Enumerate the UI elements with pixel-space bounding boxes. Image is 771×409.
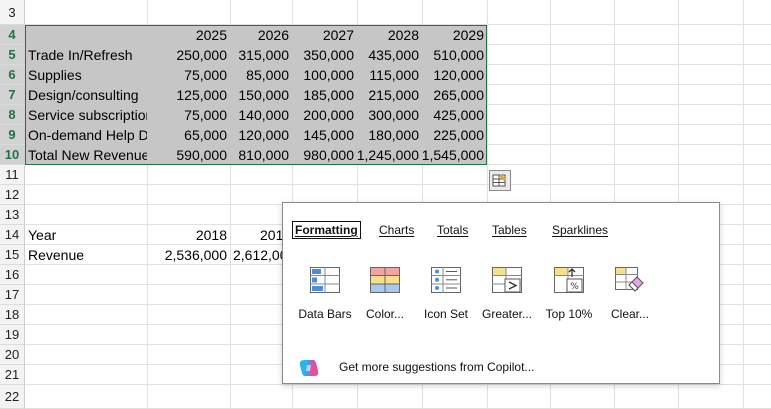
value-cell[interactable]: 2,536,000 xyxy=(147,245,230,265)
selection-border xyxy=(25,25,487,165)
row-header[interactable]: 6 xyxy=(0,65,25,85)
tab-formatting[interactable]: Formatting xyxy=(292,221,361,239)
icon-set-icon xyxy=(431,267,461,293)
row-header[interactable]: 11 xyxy=(0,165,25,185)
greater-than-icon xyxy=(492,267,522,293)
row-header[interactable]: 17 xyxy=(0,285,25,305)
clear-format-icon xyxy=(615,267,644,292)
row-header[interactable]: 8 xyxy=(0,105,25,125)
row-header[interactable]: 18 xyxy=(0,305,25,325)
top-10-icon: % xyxy=(554,267,584,293)
row-header[interactable]: 10 xyxy=(0,145,25,165)
value-cell[interactable]: 2018 xyxy=(147,225,230,245)
tool-label: Top 10% xyxy=(545,307,593,321)
color-scale-button[interactable]: Color... xyxy=(355,265,415,321)
row-header[interactable]: 13 xyxy=(0,205,25,225)
tool-label: Clear... xyxy=(610,307,649,321)
quick-analysis-button[interactable] xyxy=(489,170,511,191)
row-header[interactable]: 15 xyxy=(0,245,25,265)
data-bars-icon xyxy=(310,267,340,293)
data-bars-button[interactable]: Data Bars xyxy=(295,265,355,321)
color-scale-icon xyxy=(370,267,400,293)
copilot-suggestions-link[interactable]: Get more suggestions from Copilot... xyxy=(339,360,534,374)
row-header[interactable]: 4 xyxy=(0,25,25,45)
tab-sparklines[interactable]: Sparklines xyxy=(552,223,608,237)
tool-label: Greater... xyxy=(481,307,533,321)
greater-than-button[interactable]: Greater... xyxy=(477,265,537,321)
row-header[interactable]: 20 xyxy=(0,345,25,365)
revenue-label-cell[interactable]: Revenue xyxy=(25,245,147,265)
row-header[interactable]: 14 xyxy=(0,225,25,245)
year-label-cell[interactable]: Year xyxy=(25,225,147,245)
row-header[interactable]: 3 xyxy=(0,0,25,25)
tab-totals[interactable]: Totals xyxy=(437,223,468,237)
row-header[interactable]: 21 xyxy=(0,365,25,385)
row-header[interactable]: 5 xyxy=(0,45,25,65)
tab-tables[interactable]: Tables xyxy=(492,223,527,237)
svg-text:%: % xyxy=(570,282,579,292)
copilot-icon[interactable] xyxy=(299,359,319,377)
value-cell[interactable]: 2019 xyxy=(230,225,282,245)
row-header[interactable]: 12 xyxy=(0,185,25,205)
quick-analysis-icon xyxy=(492,174,506,187)
row-header[interactable]: 22 xyxy=(0,385,25,409)
tool-label: Icon Set xyxy=(423,307,469,321)
top-10-button[interactable]: % Top 10% xyxy=(539,265,599,321)
value-cell[interactable]: 2,612,000 xyxy=(230,245,282,265)
icon-set-button[interactable]: Icon Set xyxy=(416,265,476,321)
tool-label: Data Bars xyxy=(298,307,352,321)
clear-format-button[interactable]: Clear... xyxy=(600,265,660,321)
row-header[interactable]: 7 xyxy=(0,85,25,105)
row-header[interactable]: 9 xyxy=(0,125,25,145)
tab-charts[interactable]: Charts xyxy=(379,223,414,237)
row-header[interactable]: 16 xyxy=(0,265,25,285)
tool-label: Color... xyxy=(365,307,404,321)
quick-analysis-panel: Formatting Charts Totals Tables Sparklin… xyxy=(282,202,720,384)
row-header[interactable]: 19 xyxy=(0,325,25,345)
